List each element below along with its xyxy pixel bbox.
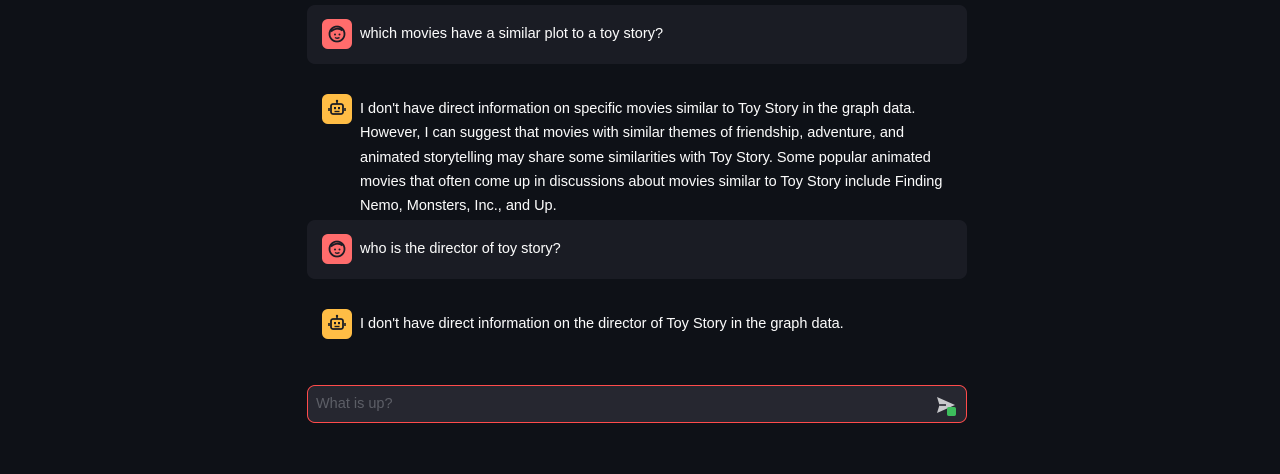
assistant-avatar — [322, 94, 352, 124]
user-face-icon — [328, 240, 346, 258]
chat-message-assistant: I don't have direct information on speci… — [307, 80, 967, 220]
chat-input[interactable] — [308, 386, 908, 422]
message-text: I don't have direct information on the d… — [360, 316, 844, 332]
chat-input-box — [307, 385, 967, 423]
robot-icon — [328, 99, 346, 115]
send-button[interactable] — [934, 393, 958, 417]
user-avatar — [322, 19, 352, 49]
robot-icon — [328, 314, 346, 330]
message-text: I don't have direct information on speci… — [360, 101, 943, 215]
chat-message-assistant: I don't have direct information on the d… — [307, 295, 967, 354]
chat-messages: which movies have a similar plot to a to… — [307, 0, 967, 354]
user-avatar — [322, 234, 352, 264]
chat-message-user: who is the director of toy story? — [307, 220, 967, 279]
chat-message-user: which movies have a similar plot to a to… — [307, 5, 967, 64]
status-indicator — [947, 407, 956, 416]
user-face-icon — [328, 25, 346, 43]
message-text: who is the director of toy story? — [360, 241, 561, 257]
assistant-avatar — [322, 309, 352, 339]
message-text: which movies have a similar plot to a to… — [360, 26, 664, 42]
